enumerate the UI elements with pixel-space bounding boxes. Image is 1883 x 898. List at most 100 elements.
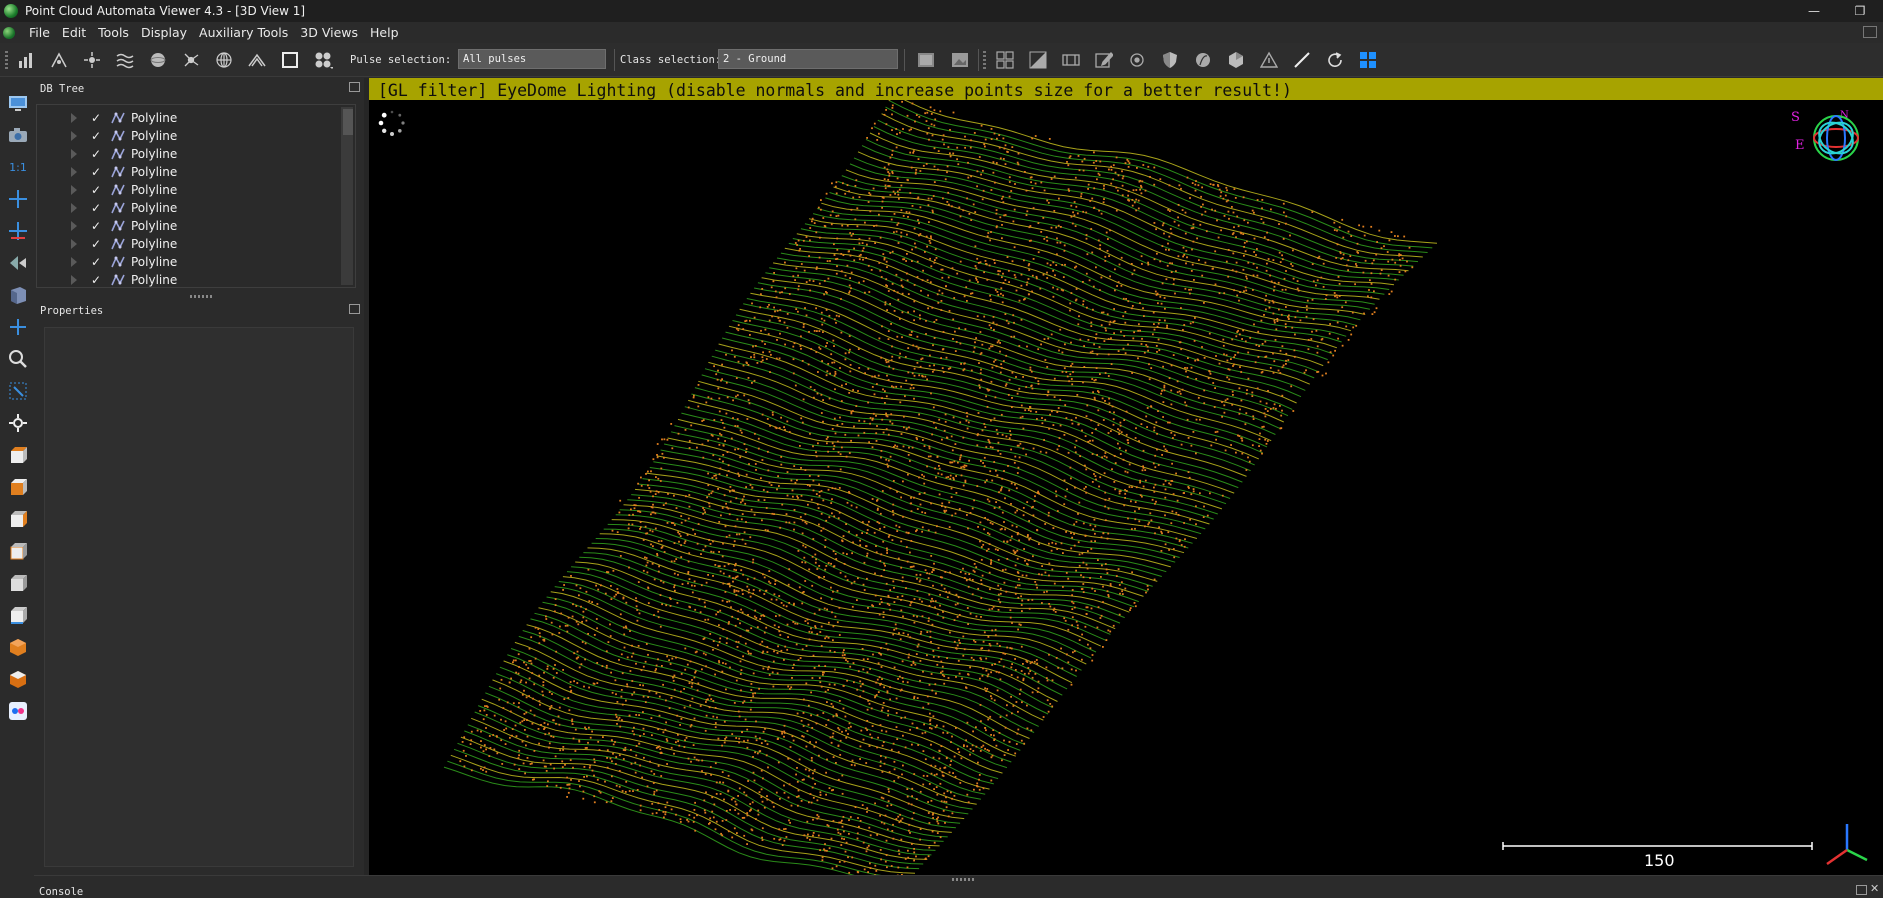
sphere-icon[interactable] <box>148 50 168 70</box>
tree-item-polyline[interactable]: ✓ Polyline <box>37 145 337 163</box>
square-select-icon[interactable] <box>280 50 300 70</box>
console-close-icon[interactable]: ✕ <box>1870 882 1879 895</box>
profile-section-icon[interactable] <box>1061 50 1081 70</box>
toolbar-grip[interactable] <box>983 51 986 69</box>
screen-view-icon[interactable] <box>7 92 29 114</box>
scatter-tool-icon[interactable] <box>49 50 69 70</box>
db-tree-scroll-thumb[interactable] <box>343 109 353 135</box>
pulse-selection-combo[interactable]: All pulses <box>458 49 606 69</box>
toolbar-grip[interactable] <box>5 51 8 69</box>
sparkle-icon[interactable] <box>82 50 102 70</box>
view-top-icon[interactable] <box>7 476 29 498</box>
view-right-icon[interactable] <box>7 572 29 594</box>
db-tree-float-icon[interactable] <box>349 82 360 92</box>
tree-item-polyline[interactable]: ✓ Polyline <box>37 163 337 181</box>
3d-view[interactable]: [GL filter] EyeDome Lighting (disable no… <box>369 78 1883 875</box>
restore-button[interactable]: ❐ <box>1837 0 1883 22</box>
class-selection-combo[interactable]: 2 - Ground <box>718 49 898 69</box>
tree-expand-icon[interactable] <box>71 185 77 195</box>
view-iso-1-icon[interactable] <box>7 636 29 658</box>
tree-expand-icon[interactable] <box>71 113 77 123</box>
cube-view-icon[interactable] <box>7 284 29 306</box>
tree-item-checkbox[interactable]: ✓ <box>91 147 101 161</box>
menu-help[interactable]: Help <box>364 25 405 40</box>
tree-item-polyline[interactable]: ✓ Polyline <box>37 127 337 145</box>
tree-expand-icon[interactable] <box>71 203 77 213</box>
tree-expand-icon[interactable] <box>71 239 77 249</box>
menu-3d-views[interactable]: 3D Views <box>294 25 364 40</box>
polyhedron-icon[interactable] <box>1226 50 1246 70</box>
warning-icon[interactable] <box>1259 50 1279 70</box>
arrow-move-icon[interactable] <box>7 252 29 274</box>
menu-tools[interactable]: Tools <box>92 25 135 40</box>
tree-expand-icon[interactable] <box>71 275 77 285</box>
crosshair-red-icon[interactable] <box>7 220 29 242</box>
one-to-one-icon[interactable]: 1:1 <box>7 156 29 178</box>
segment-dropdown-icon[interactable] <box>313 50 333 70</box>
terrain-icon[interactable] <box>247 50 267 70</box>
tree-item-polyline[interactable]: ✓ Polyline <box>37 271 337 287</box>
quad-view-icon[interactable] <box>995 50 1015 70</box>
tree-item-polyline[interactable]: ✓ Polyline <box>37 181 337 199</box>
tree-expand-icon[interactable] <box>71 257 77 267</box>
menu-app-icon[interactable] <box>3 26 15 39</box>
burst-icon[interactable] <box>181 50 201 70</box>
refresh-view-icon[interactable] <box>1325 50 1345 70</box>
tree-expand-icon[interactable] <box>71 131 77 141</box>
view-left-icon[interactable] <box>7 540 29 562</box>
trackball-compass-icon[interactable] <box>1809 110 1865 166</box>
histogram-icon[interactable] <box>16 50 36 70</box>
windows-layout-icon[interactable] <box>1358 50 1378 70</box>
point-cloud-render[interactable] <box>369 78 1883 875</box>
menu-edit[interactable]: Edit <box>56 25 92 40</box>
tree-expand-icon[interactable] <box>71 167 77 177</box>
tree-item-polyline[interactable]: ✓ Polyline <box>37 199 337 217</box>
view-back-icon[interactable] <box>7 508 29 530</box>
minimize-button[interactable]: — <box>1791 0 1837 22</box>
image-gray-alt-icon[interactable] <box>950 50 970 70</box>
tree-item-checkbox[interactable]: ✓ <box>91 111 101 125</box>
tree-item-checkbox[interactable]: ✓ <box>91 255 101 269</box>
shield-icon[interactable] <box>1160 50 1180 70</box>
camera-icon[interactable] <box>7 124 29 146</box>
tree-expand-icon[interactable] <box>71 149 77 159</box>
tree-item-checkbox[interactable]: ✓ <box>91 201 101 215</box>
flickr-dots-icon[interactable] <box>7 700 29 722</box>
menu-display[interactable]: Display <box>135 25 193 40</box>
waves-icon[interactable] <box>115 50 135 70</box>
tree-item-checkbox[interactable]: ✓ <box>91 165 101 179</box>
panel-splitter-handle[interactable] <box>190 295 212 298</box>
tree-item-polyline[interactable]: ✓ Polyline <box>37 253 337 271</box>
image-gray-icon[interactable] <box>916 50 936 70</box>
menu-file[interactable]: File <box>23 25 56 40</box>
zoom-region-icon[interactable] <box>7 380 29 402</box>
grid-sphere-icon[interactable] <box>214 50 234 70</box>
pivot-icon[interactable] <box>7 412 29 434</box>
tree-item-polyline[interactable]: ✓ Polyline <box>37 217 337 235</box>
measure-line-icon[interactable] <box>1292 50 1312 70</box>
contrast-icon[interactable] <box>1028 50 1048 70</box>
console-float-icon[interactable] <box>1856 885 1867 895</box>
translate-icon[interactable] <box>7 316 29 338</box>
console-splitter-handle[interactable] <box>952 878 974 881</box>
target-rotate-icon[interactable] <box>1127 50 1147 70</box>
tree-item-polyline[interactable]: ✓ Polyline <box>37 235 337 253</box>
tree-item-checkbox[interactable]: ✓ <box>91 219 101 233</box>
tree-item-checkbox[interactable]: ✓ <box>91 129 101 143</box>
properties-float-icon[interactable] <box>349 304 360 314</box>
tree-item-checkbox[interactable]: ✓ <box>91 273 101 287</box>
crosshair-icon[interactable] <box>7 188 29 210</box>
tree-item-checkbox[interactable]: ✓ <box>91 183 101 197</box>
edit-pencil-icon[interactable] <box>1094 50 1114 70</box>
compass-south-label: S <box>1791 110 1800 125</box>
mdi-restore-icon[interactable] <box>1863 26 1877 38</box>
leaf-icon[interactable] <box>1193 50 1213 70</box>
view-bottom-icon[interactable] <box>7 604 29 626</box>
tree-item-polyline[interactable]: ✓ Polyline <box>37 109 337 127</box>
tree-expand-icon[interactable] <box>71 221 77 231</box>
zoom-icon[interactable] <box>7 348 29 370</box>
view-iso-2-icon[interactable] <box>7 668 29 690</box>
menu-auxiliary-tools[interactable]: Auxiliary Tools <box>193 25 294 40</box>
view-front-icon[interactable] <box>7 444 29 466</box>
tree-item-checkbox[interactable]: ✓ <box>91 237 101 251</box>
